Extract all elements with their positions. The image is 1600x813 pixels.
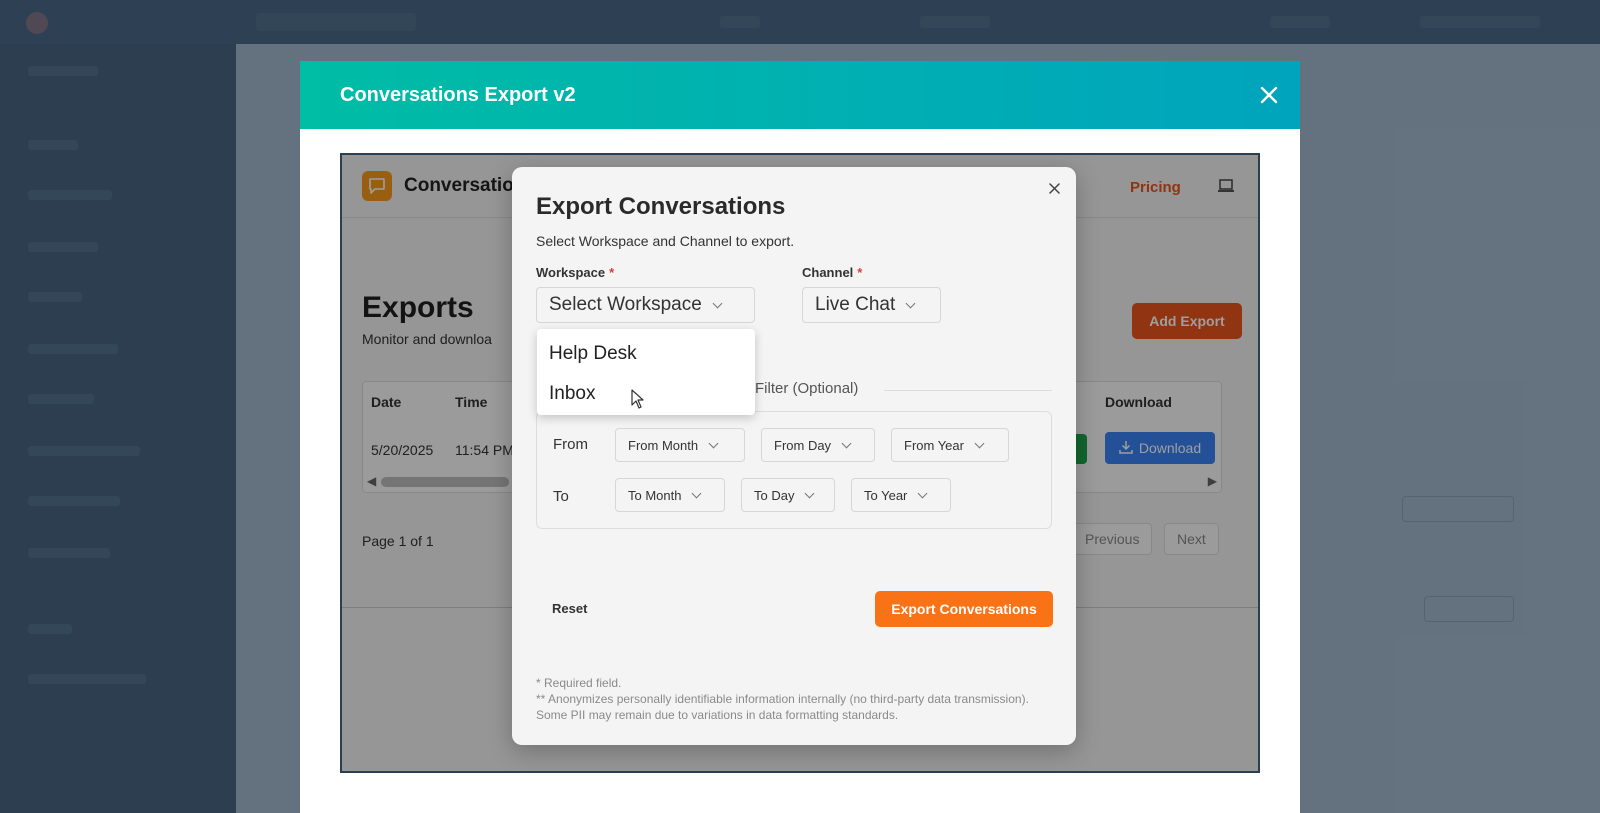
to-year-value: To Year xyxy=(864,487,908,503)
chevron-down-icon xyxy=(692,488,702,498)
from-month-value: From Month xyxy=(628,437,699,453)
workspace-select-value: Select Workspace xyxy=(549,294,702,315)
to-day-select[interactable]: To Day xyxy=(741,478,835,512)
channel-select-value: Live Chat xyxy=(815,294,896,315)
embedded-app-frame: Conversatio Pricing Exports Monitor and … xyxy=(340,153,1260,773)
workspace-dropdown-menu: Help Desk Inbox xyxy=(537,329,755,415)
required-mark: * xyxy=(609,265,615,280)
chevron-down-icon xyxy=(917,488,928,498)
channel-label-text: Channel xyxy=(802,265,854,280)
from-month-select[interactable]: From Month xyxy=(615,428,745,462)
date-filter-legend: Filter (Optional) xyxy=(755,380,859,397)
workspace-select[interactable]: Select Workspace xyxy=(536,287,755,323)
reset-button[interactable]: Reset xyxy=(552,601,587,616)
to-month-value: To Month xyxy=(628,487,682,503)
required-mark: * xyxy=(857,265,863,280)
chevron-down-icon xyxy=(974,438,985,448)
date-filter-divider xyxy=(884,390,1052,391)
export-conversations-button[interactable]: Export Conversations xyxy=(875,591,1053,627)
workspace-label: Workspace * xyxy=(536,265,614,280)
from-year-select[interactable]: From Year xyxy=(891,428,1009,462)
workspace-option-inbox[interactable]: Inbox xyxy=(549,383,595,405)
to-year-select[interactable]: To Year xyxy=(851,478,951,512)
date-filter-box: From From Month From Day From Year To To… xyxy=(536,411,1052,529)
channel-label: Channel * xyxy=(802,265,862,280)
dialog-close-icon[interactable] xyxy=(1049,181,1060,199)
chevron-down-icon xyxy=(708,438,719,448)
from-day-select[interactable]: From Day xyxy=(761,428,875,462)
conversations-export-modal: Conversations Export v2 Conversatio Pric… xyxy=(300,61,1300,813)
modal-title: Conversations Export v2 xyxy=(340,83,576,106)
chevron-down-icon xyxy=(712,298,723,308)
workspace-label-text: Workspace xyxy=(536,265,606,280)
mouse-cursor-icon xyxy=(631,389,645,409)
chevron-down-icon xyxy=(805,488,815,498)
to-day-value: To Day xyxy=(754,487,795,503)
dialog-subtitle: Select Workspace and Channel to export. xyxy=(536,233,795,249)
from-day-value: From Day xyxy=(774,437,832,453)
chevron-down-icon xyxy=(841,438,852,448)
modal-header: Conversations Export v2 xyxy=(300,61,1300,129)
from-label: From xyxy=(553,436,588,453)
workspace-option-help-desk[interactable]: Help Desk xyxy=(549,343,637,365)
dialog-title: Export Conversations xyxy=(536,193,786,220)
close-icon[interactable] xyxy=(1260,80,1278,110)
from-year-value: From Year xyxy=(904,437,964,453)
export-conversations-dialog: Export Conversations Select Workspace an… xyxy=(512,167,1076,745)
channel-select[interactable]: Live Chat xyxy=(802,287,941,323)
chevron-down-icon xyxy=(905,298,916,308)
required-field-footnote: * Required field. xyxy=(536,676,622,690)
anonymize-footnote: ** Anonymizes personally identifiable in… xyxy=(536,692,1029,722)
to-label: To xyxy=(553,488,569,505)
to-month-select[interactable]: To Month xyxy=(615,478,725,512)
